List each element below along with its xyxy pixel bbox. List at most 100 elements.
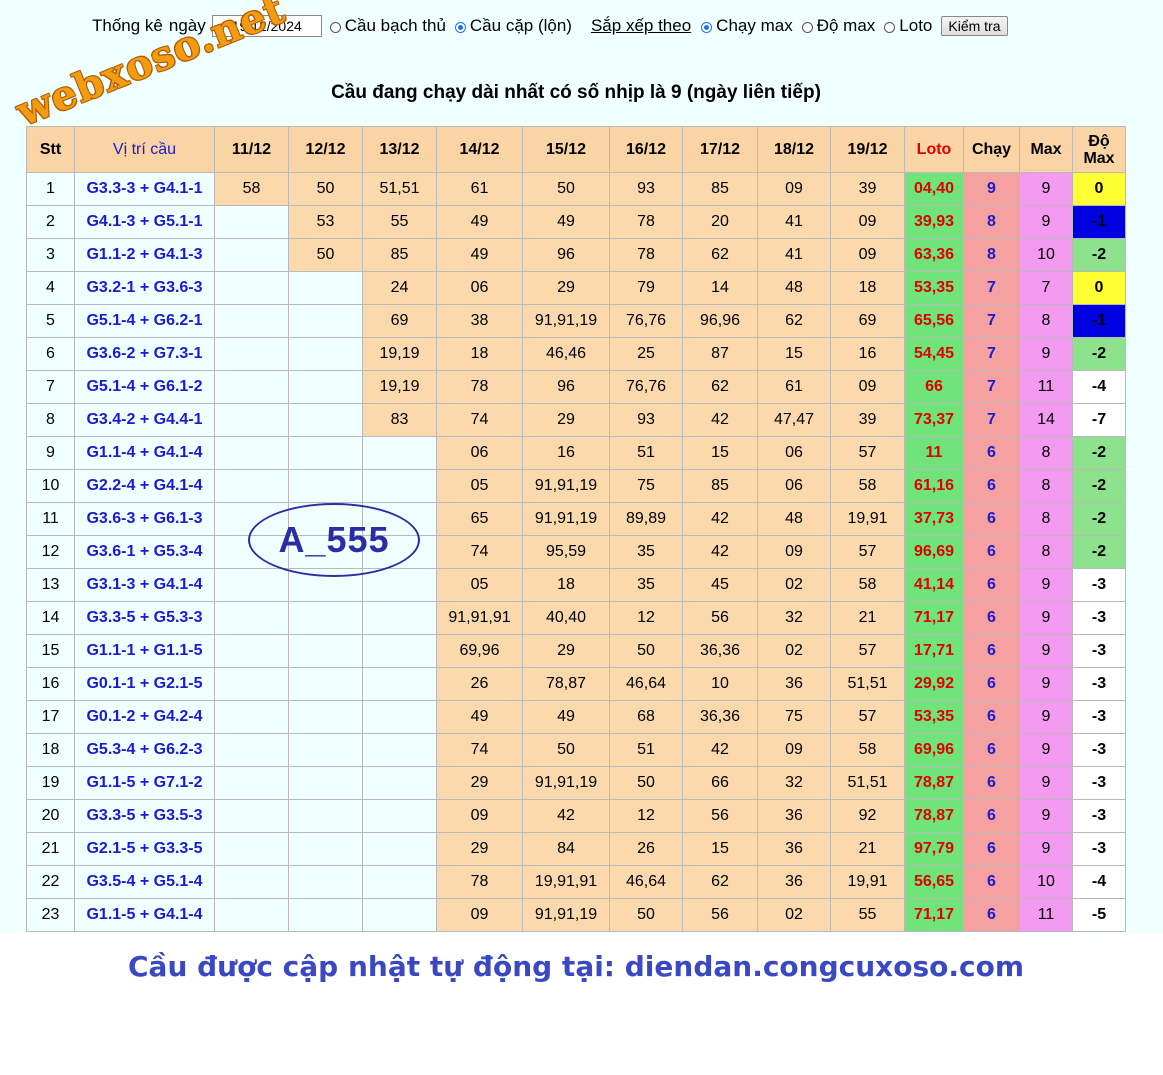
position-link[interactable]: G4.1-3 + G5.1-1 (74, 205, 215, 239)
position-link[interactable]: G1.1-1 + G1.1-5 (74, 634, 215, 668)
day-cell: 19,19 (362, 370, 437, 404)
position-link[interactable]: G2.2-4 + G4.1-4 (74, 469, 215, 503)
position-link[interactable]: G3.6-3 + G6.1-3 (74, 502, 215, 536)
day-cell: 25 (609, 337, 683, 371)
day-cell: 06 (436, 436, 523, 470)
day-cell: 29 (522, 271, 610, 305)
radio-sort-do-max[interactable]: Độ max (801, 16, 875, 36)
header-day: 15/12 (522, 126, 610, 173)
position-link[interactable]: G0.1-2 + G4.2-4 (74, 700, 215, 734)
day-cell: 74 (436, 733, 523, 767)
loto-cell: 61,16 (904, 469, 964, 503)
position-link[interactable]: G3.5-4 + G5.1-4 (74, 865, 215, 899)
row-number: 16 (26, 667, 75, 701)
table-row: 3 G1.1-2 + G4.1-3 50 85 49 96 78 62 41 09 63,36 8 10… (26, 238, 1126, 272)
day-cell: 51,51 (830, 667, 905, 701)
day-cell: 92 (830, 799, 905, 833)
day-cell (362, 601, 437, 635)
position-link[interactable]: G3.3-3 + G4.1-1 (74, 172, 215, 206)
row-number: 9 (26, 436, 75, 470)
position-link[interactable]: G3.1-3 + G4.1-4 (74, 568, 215, 602)
row-number: 7 (26, 370, 75, 404)
chay-cell: 7 (963, 403, 1020, 437)
day-cell: 75 (757, 700, 831, 734)
day-cell: 49 (436, 238, 523, 272)
header-day: 18/12 (757, 126, 831, 173)
check-button[interactable]: Kiểm tra (941, 16, 1008, 36)
day-cell: 56 (682, 898, 758, 932)
radio-button-icon[interactable] (801, 21, 813, 33)
day-cell: 53 (288, 205, 363, 239)
radio-button-icon[interactable] (329, 21, 341, 33)
radio-label: Loto (899, 16, 933, 35)
day-cell: 36 (757, 667, 831, 701)
day-cell: 42 (522, 799, 610, 833)
day-cell: 58 (830, 733, 905, 767)
header-day: 14/12 (436, 126, 523, 173)
day-cell (288, 667, 363, 701)
radio-button-icon[interactable] (701, 21, 713, 33)
day-cell: 50 (609, 898, 683, 932)
position-link[interactable]: G1.1-5 + G4.1-4 (74, 898, 215, 932)
position-link[interactable]: G2.1-5 + G3.3-5 (74, 832, 215, 866)
position-link[interactable]: G1.1-2 + G4.1-3 (74, 238, 215, 272)
day-cell (214, 766, 289, 800)
row-number: 11 (26, 502, 75, 536)
day-cell (288, 436, 363, 470)
header-day: 13/12 (362, 126, 437, 173)
day-cell: 50 (609, 766, 683, 800)
day-cell (214, 337, 289, 371)
position-link[interactable]: G3.3-5 + G3.5-3 (74, 799, 215, 833)
day-cell: 36,36 (682, 700, 758, 734)
position-link[interactable]: G3.6-1 + G5.3-4 (74, 535, 215, 569)
day-cell: 19,91 (830, 865, 905, 899)
position-link[interactable]: G5.1-4 + G6.2-1 (74, 304, 215, 338)
day-cell: 42 (682, 403, 758, 437)
day-cell: 36,36 (682, 634, 758, 668)
day-cell: 18 (522, 568, 610, 602)
radio-button-icon[interactable] (884, 21, 896, 33)
position-link[interactable]: G3.4-2 + G4.4-1 (74, 403, 215, 437)
do-max-cell: -3 (1072, 799, 1126, 833)
radio-cau-cap[interactable]: Cầu cặp (lộn) (454, 16, 572, 36)
chay-cell: 7 (963, 337, 1020, 371)
header-day: 19/12 (830, 126, 905, 173)
do-max-cell: -3 (1072, 733, 1126, 767)
position-link[interactable]: G3.6-2 + G7.3-1 (74, 337, 215, 371)
position-link[interactable]: G5.1-4 + G6.1-2 (74, 370, 215, 404)
day-cell: 75 (609, 469, 683, 503)
day-cell: 29 (522, 403, 610, 437)
max-cell: 9 (1019, 634, 1073, 668)
row-number: 1 (26, 172, 75, 206)
position-link[interactable]: G5.3-4 + G6.2-3 (74, 733, 215, 767)
radio-sort-chay-max[interactable]: Chạy max (701, 16, 793, 36)
day-cell: 02 (757, 568, 831, 602)
day-cell: 78 (609, 205, 683, 239)
day-cell: 49 (522, 205, 610, 239)
header-do-max: Độ Max (1072, 126, 1126, 173)
radio-cau-bach-thu[interactable]: Cầu bạch thủ (329, 16, 446, 36)
do-max-cell: -4 (1072, 865, 1126, 899)
position-link[interactable]: G1.1-5 + G7.1-2 (74, 766, 215, 800)
position-link[interactable]: G1.1-4 + G4.1-4 (74, 436, 215, 470)
day-cell (214, 370, 289, 404)
day-cell: 46,64 (609, 667, 683, 701)
day-cell: 49 (436, 205, 523, 239)
radio-label: Cầu bạch thủ (344, 16, 446, 35)
day-cell: 21 (830, 832, 905, 866)
position-link[interactable]: G3.2-1 + G3.6-3 (74, 271, 215, 305)
day-cell: 79 (609, 271, 683, 305)
day-cell: 15 (682, 436, 758, 470)
chay-cell: 6 (963, 436, 1020, 470)
sort-label-link[interactable]: Sắp xếp theo (591, 16, 691, 36)
max-cell: 9 (1019, 172, 1073, 206)
radio-button-icon[interactable] (454, 21, 466, 33)
position-link[interactable]: G0.1-1 + G2.1-5 (74, 667, 215, 701)
loto-cell: 73,37 (904, 403, 964, 437)
position-link[interactable]: G3.3-5 + G5.3-3 (74, 601, 215, 635)
day-cell: 09 (757, 535, 831, 569)
loto-cell: 41,14 (904, 568, 964, 602)
day-cell (288, 403, 363, 437)
radio-sort-loto[interactable]: Loto (884, 16, 932, 36)
do-max-cell: -2 (1072, 469, 1126, 503)
